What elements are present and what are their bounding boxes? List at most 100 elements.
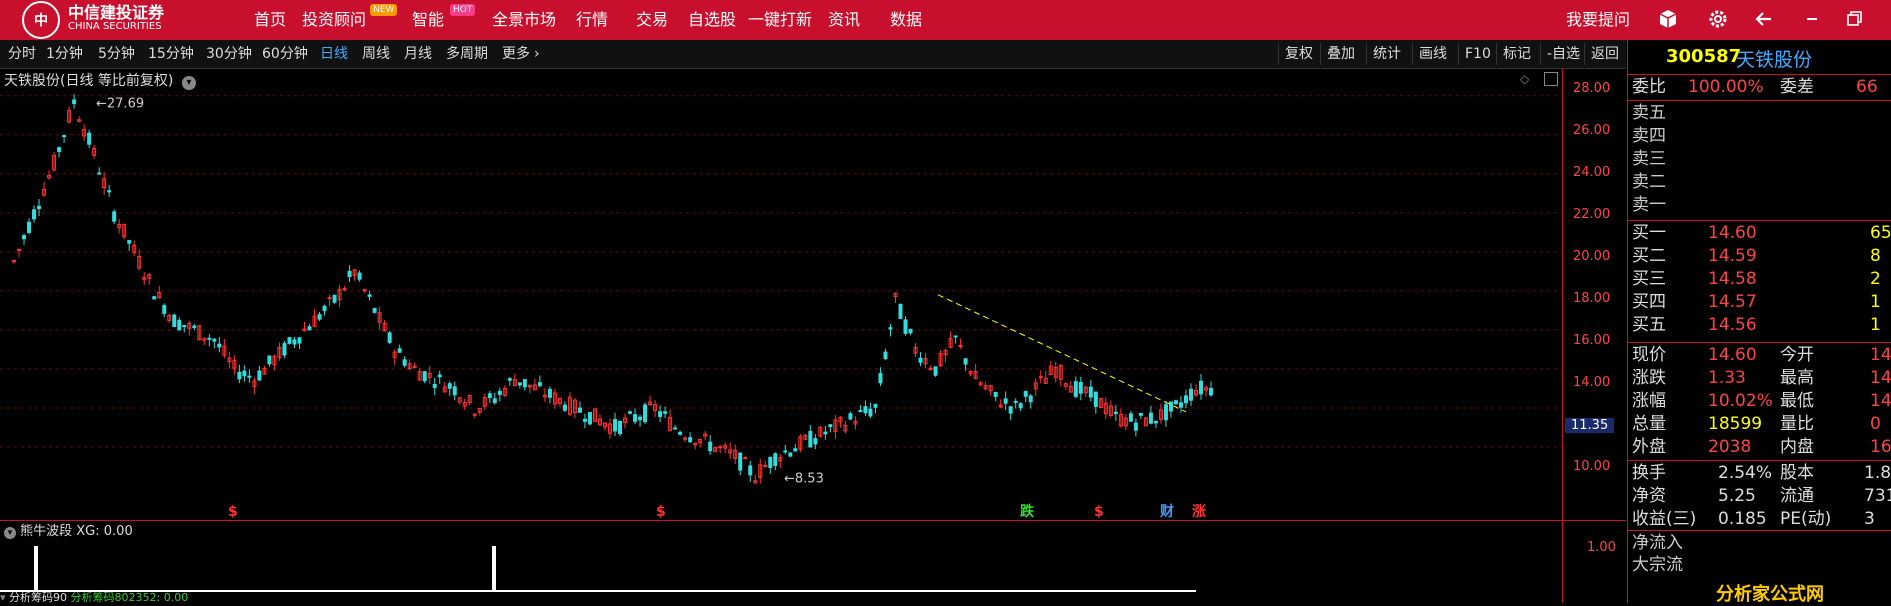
stat-label: 涨幅 <box>1632 391 1666 411</box>
candle-body <box>1138 412 1143 416</box>
sell-2: 卖二 <box>1632 172 1666 192</box>
sub-chart-title: ▾ 熊牛波段 XG: 0.00 <box>4 520 133 539</box>
candle-body <box>1148 412 1153 424</box>
fund-value: 5.25 <box>1718 486 1756 506</box>
candle-body <box>928 368 933 371</box>
buy-volume: 2 <box>1870 269 1881 289</box>
candlestick-chart[interactable]: ←27.69 ←8.53 $ $ 跌 $ 财 涨 <box>0 86 1562 520</box>
indicator-chart[interactable] <box>0 538 1562 594</box>
f10-button[interactable]: F10 <box>1458 43 1497 65</box>
chevron-right-icon[interactable]: › <box>534 40 540 68</box>
block-flow-label: 大宗流 <box>1632 555 1683 575</box>
chevron-down-icon[interactable]: ▾ <box>0 591 6 604</box>
signal-marker: 涨 <box>1192 504 1206 520</box>
nav-quote[interactable]: 行情 <box>576 0 608 40</box>
candle-body <box>898 303 903 319</box>
nav-market[interactable]: 全景市场 <box>492 0 556 40</box>
candle-body <box>683 437 688 440</box>
panel-toggle-icon[interactable] <box>1544 72 1558 86</box>
candle-body <box>317 314 322 320</box>
period-monthly[interactable]: 月线 <box>404 40 432 68</box>
candle-body <box>62 135 67 138</box>
candle-body <box>768 456 773 468</box>
nav-advisor[interactable]: 投资顾问 <box>302 0 366 40</box>
candle-body <box>1133 422 1138 431</box>
candle-body <box>1183 395 1188 404</box>
watermark-logo: 分析家公式网 <box>1716 584 1824 605</box>
stats-button[interactable]: 统计 <box>1366 43 1407 65</box>
stat-value: 1.33 <box>1708 368 1746 388</box>
period-60min[interactable]: 60分钟 <box>262 40 308 68</box>
period-1min[interactable]: 1分钟 <box>46 40 83 68</box>
candle-body <box>332 294 337 303</box>
period-daily[interactable]: 日线 <box>320 40 348 68</box>
candle-body <box>1168 401 1173 412</box>
mark-button[interactable]: 标记 <box>1496 43 1537 65</box>
candle-body <box>97 172 102 175</box>
period-multi[interactable]: 多周期 <box>446 40 488 68</box>
stat-value: 14 <box>1870 368 1891 388</box>
weibi-value: 100.00% <box>1688 77 1764 97</box>
cube-icon[interactable] <box>1656 8 1680 32</box>
period-more[interactable]: 更多 <box>502 40 530 68</box>
period-30min[interactable]: 30分钟 <box>206 40 252 68</box>
candle-body <box>808 430 813 448</box>
stat-row: 涨跌 1.33 最高 14 <box>1632 367 1891 390</box>
period-intraday[interactable]: 分时 <box>8 40 36 68</box>
candle-body <box>1093 391 1098 407</box>
y-tick: 28.00 <box>1573 81 1611 96</box>
nav-watchlist[interactable]: 自选股 <box>688 0 736 40</box>
indicator-bar <box>492 546 496 591</box>
minimize-icon[interactable] <box>1800 8 1824 32</box>
stat-value: 14 <box>1870 391 1891 411</box>
ask-question-button[interactable]: 我要提问 <box>1566 0 1630 40</box>
fundamental-row: 收益(三) 0.185 PE(动) 3 <box>1632 508 1891 531</box>
stock-code: 300587 <box>1666 46 1742 67</box>
buy-label: 买二 <box>1632 246 1666 266</box>
candle-body <box>212 338 217 342</box>
diamond-icon[interactable]: ◇ <box>1520 72 1529 86</box>
nav-data[interactable]: 数据 <box>890 0 922 40</box>
candle-body <box>37 205 42 210</box>
nav-news[interactable]: 资讯 <box>828 0 860 40</box>
candle-body <box>237 371 242 380</box>
nav-home[interactable]: 首页 <box>254 0 286 40</box>
stat-value: 14 <box>1870 345 1891 365</box>
candle-body <box>748 465 753 476</box>
candle-body <box>242 370 247 377</box>
gear-icon[interactable] <box>1706 8 1730 32</box>
candle-body <box>633 414 638 422</box>
buy-price: 14.58 <box>1708 269 1757 289</box>
indicator-label: 分析筹码90 <box>9 591 68 604</box>
period-weekly[interactable]: 周线 <box>362 40 390 68</box>
candle-body <box>192 325 197 328</box>
nav-smart[interactable]: 智能 <box>412 0 444 40</box>
candle-body <box>182 324 187 328</box>
period-15min[interactable]: 15分钟 <box>148 40 194 68</box>
overlay-button[interactable]: 叠加 <box>1320 43 1361 65</box>
candle-body <box>793 448 798 452</box>
candle-body <box>87 132 92 145</box>
draw-button[interactable]: 画线 <box>1412 43 1453 65</box>
candle-body <box>1073 381 1078 397</box>
adjust-button[interactable]: 复权 <box>1278 43 1319 65</box>
candle-body <box>387 332 392 343</box>
back-arrow-icon[interactable] <box>1752 8 1776 32</box>
stat-value: 10.02% <box>1708 391 1773 411</box>
back-button[interactable]: 返回 <box>1584 43 1625 65</box>
y-tick: 14.00 <box>1573 375 1611 390</box>
restore-icon[interactable] <box>1842 8 1866 32</box>
candle-body <box>618 420 623 435</box>
nav-trade[interactable]: 交易 <box>636 0 668 40</box>
period-5min[interactable]: 5分钟 <box>98 40 135 68</box>
nav-ipo[interactable]: 一键打新 <box>748 0 812 40</box>
candle-body <box>1173 400 1178 405</box>
candle-body <box>1088 386 1093 398</box>
candle-body <box>1178 402 1183 408</box>
remove-watchlist-button[interactable]: -自选 <box>1540 43 1586 65</box>
candle-body <box>863 406 868 414</box>
candle-body <box>562 404 567 411</box>
stat-value: 2038 <box>1708 437 1752 457</box>
net-inflow-label: 净流入 <box>1632 533 1683 553</box>
candle-body <box>1003 398 1008 404</box>
